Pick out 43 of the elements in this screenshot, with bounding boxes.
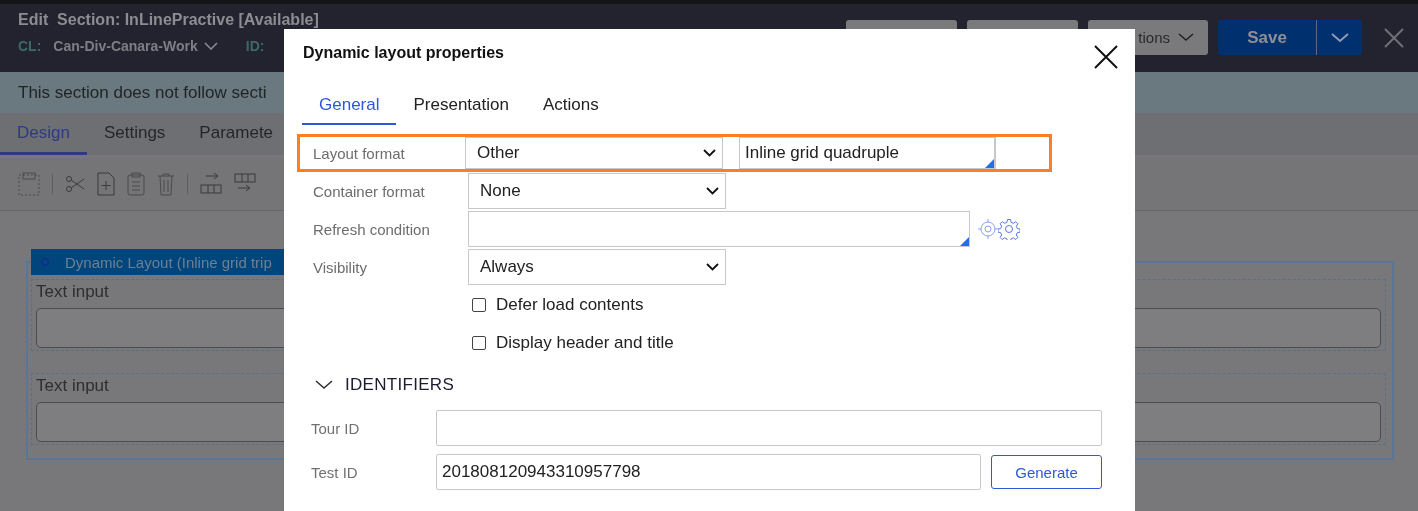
- chevron-down-icon: [706, 187, 719, 195]
- tour-id-field[interactable]: [436, 410, 1102, 446]
- field-label: Container format: [312, 182, 426, 200]
- new-page-icon[interactable]: [97, 172, 115, 196]
- chevron-down-icon[interactable]: [315, 380, 333, 390]
- select-box-icon[interactable]: [18, 172, 40, 196]
- layout-format-dropdown[interactable]: Other: [465, 137, 723, 169]
- checkbox[interactable]: [472, 336, 486, 350]
- checkbox[interactable]: [472, 298, 486, 312]
- insert-row-icon[interactable]: [200, 173, 222, 195]
- refresh-condition-field[interactable]: [468, 211, 970, 247]
- class-link[interactable]: Can-Div-Canara-Work: [53, 38, 198, 54]
- field-label: Refresh condition: [312, 220, 431, 238]
- dialog-title: Dynamic layout properties: [303, 44, 504, 62]
- field-label: Text input: [36, 282, 109, 302]
- field-label: Tour ID: [310, 419, 361, 437]
- section-heading[interactable]: IDENTIFIERS: [345, 375, 455, 395]
- checkbox-label[interactable]: Defer load contents: [496, 295, 644, 315]
- crosshair-icon[interactable]: [978, 219, 998, 239]
- id-label: ID:: [245, 38, 265, 54]
- visibility-dropdown[interactable]: Always: [468, 249, 726, 285]
- clipboard-icon[interactable]: [127, 172, 145, 196]
- field-label: Text input: [36, 376, 109, 396]
- trash-icon[interactable]: [157, 172, 175, 196]
- chevron-down-icon: [1178, 33, 1194, 42]
- section-title: Edit Section: InLinePractive [Available]: [18, 10, 319, 30]
- dialog-tab[interactable]: General: [302, 95, 397, 125]
- test-id-field[interactable]: 201808120943310957798: [436, 454, 981, 490]
- chevron-down-icon: [203, 42, 218, 50]
- chevron-down-icon: [1330, 32, 1349, 43]
- settings-icon[interactable]: [998, 218, 1020, 240]
- checkbox-label[interactable]: Display header and title: [496, 333, 674, 353]
- close-icon[interactable]: [1094, 45, 1118, 69]
- chevron-down-icon: [706, 263, 719, 271]
- format-input-field[interactable]: Inline grid quadruple: [739, 137, 995, 169]
- scissors-icon[interactable]: [65, 174, 85, 194]
- class-label: CL:: [18, 38, 42, 54]
- field-label: Test ID: [310, 463, 359, 481]
- field-label: Visibility: [312, 258, 368, 276]
- chevron-down-icon: [703, 149, 716, 157]
- container-format-dropdown[interactable]: None: [468, 173, 726, 209]
- generate-button[interactable]: Generate: [991, 455, 1102, 489]
- field-label: Layout format: [312, 144, 406, 162]
